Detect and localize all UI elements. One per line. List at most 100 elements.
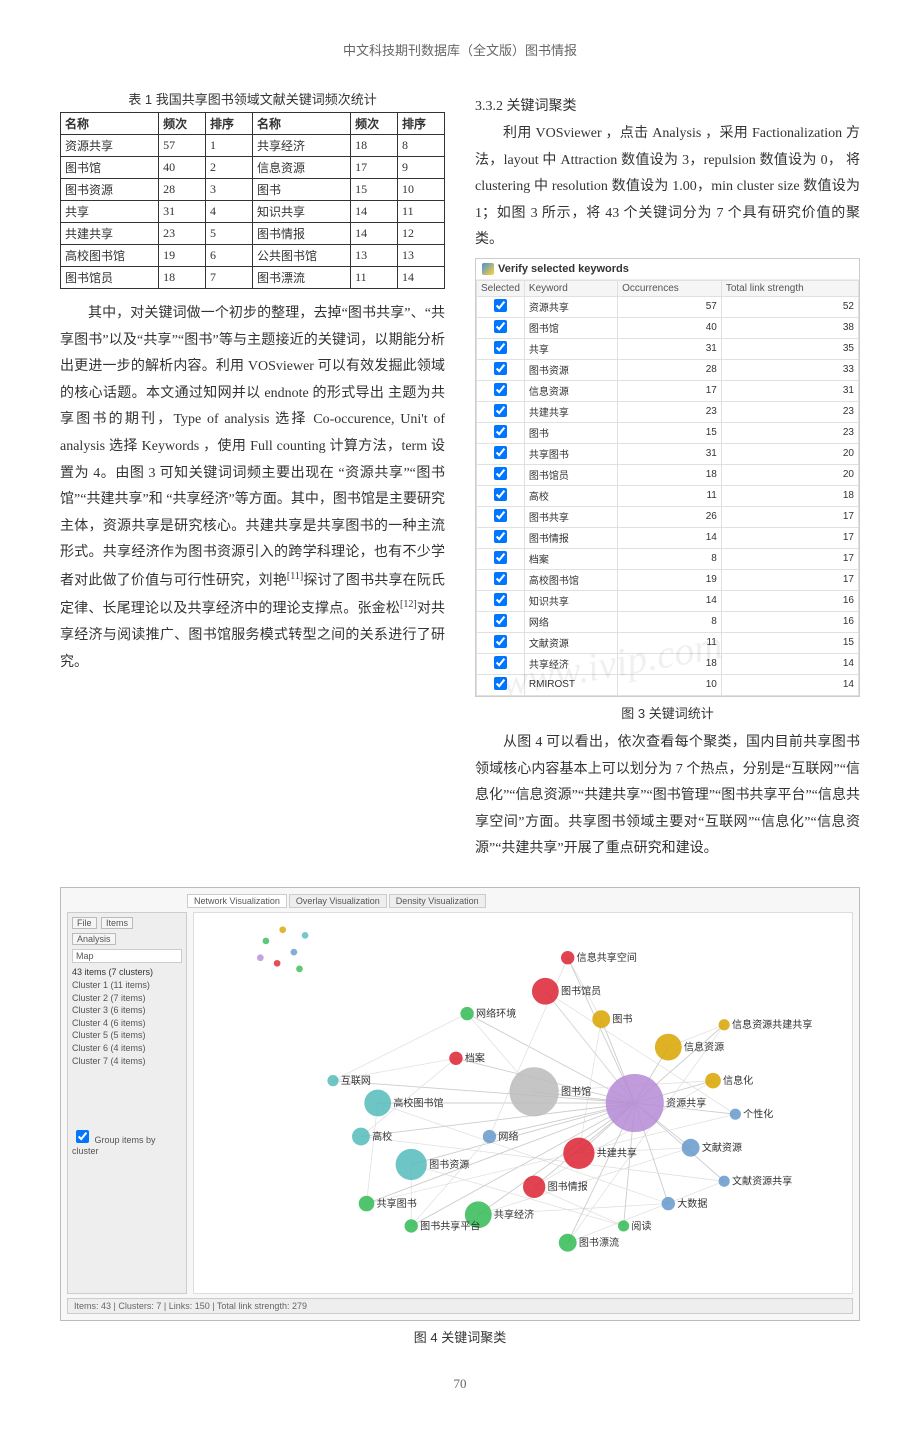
page-number: 70	[60, 1376, 860, 1392]
network-node[interactable]	[352, 1128, 370, 1146]
keyword-checkbox[interactable]	[494, 551, 507, 564]
select-cell[interactable]	[477, 443, 525, 464]
keyword-checkbox[interactable]	[494, 404, 507, 417]
keyword-checkbox[interactable]	[494, 656, 507, 669]
select-cell[interactable]	[477, 464, 525, 485]
keyword-checkbox[interactable]	[494, 446, 507, 459]
select-cell[interactable]	[477, 653, 525, 674]
select-cell[interactable]	[477, 611, 525, 632]
select-cell[interactable]	[477, 380, 525, 401]
menu-file[interactable]: File	[72, 917, 97, 929]
keyword-checkbox[interactable]	[494, 299, 507, 312]
select-cell[interactable]	[477, 506, 525, 527]
tab-overlay[interactable]: Overlay Visualization	[289, 894, 387, 908]
fig4-caption: 图 4 关键词聚类	[60, 1327, 860, 1346]
table-cell: 共建共享	[61, 223, 159, 245]
select-cell[interactable]	[477, 401, 525, 422]
network-node[interactable]	[561, 951, 574, 964]
keyword-checkbox[interactable]	[494, 383, 507, 396]
network-node[interactable]	[483, 1130, 496, 1143]
table-row: 共享图书3120	[477, 443, 859, 464]
select-cell[interactable]	[477, 338, 525, 359]
network-node[interactable]	[510, 1067, 559, 1116]
keyword-checkbox[interactable]	[494, 362, 507, 375]
network-node[interactable]	[359, 1196, 375, 1212]
fig3-caption: 图 3 关键词统计	[475, 703, 860, 722]
network-node[interactable]	[662, 1197, 675, 1210]
select-cell[interactable]	[477, 296, 525, 317]
keyword-checkbox[interactable]	[494, 425, 507, 438]
network-node[interactable]	[364, 1090, 391, 1117]
network-node[interactable]	[730, 1109, 741, 1120]
select-cell[interactable]	[477, 422, 525, 443]
table-cell: 4	[206, 201, 253, 223]
table-row: 共享经济1814	[477, 653, 859, 674]
tab-network[interactable]: Network Visualization	[187, 894, 287, 908]
select-cell[interactable]	[477, 569, 525, 590]
network-node[interactable]	[719, 1019, 730, 1030]
network-node[interactable]	[682, 1139, 700, 1157]
table-cell: 图书	[252, 179, 350, 201]
network-node-label: 图书漂流	[579, 1236, 619, 1249]
keyword-checkbox[interactable]	[494, 572, 507, 585]
keyword-checkbox[interactable]	[494, 677, 507, 690]
menu-items[interactable]: Items	[101, 917, 133, 929]
network-node[interactable]	[532, 978, 559, 1005]
table-cell: 17	[721, 506, 858, 527]
table-cell: 23	[618, 401, 722, 422]
keyword-checkbox[interactable]	[494, 488, 507, 501]
select-cell[interactable]	[477, 359, 525, 380]
select-cell[interactable]	[477, 632, 525, 653]
menu-analysis[interactable]: Analysis	[72, 933, 116, 945]
network-node[interactable]	[618, 1220, 629, 1231]
table-cell: 图书资源	[61, 179, 159, 201]
right-column: 3.3.2 关键词聚类 利用 VOSviewer ，点击 Analysis ，采…	[475, 89, 860, 867]
select-cell[interactable]	[477, 590, 525, 611]
keyword-checkbox[interactable]	[494, 467, 507, 480]
cluster-item[interactable]: Cluster 2 (7 items)	[72, 992, 182, 1005]
cluster-item[interactable]: Cluster 4 (6 items)	[72, 1017, 182, 1030]
table-cell: 57	[159, 135, 206, 157]
table-cell: 40	[159, 157, 206, 179]
cluster-item[interactable]: Cluster 6 (4 items)	[72, 1042, 182, 1055]
keyword-checkbox[interactable]	[494, 341, 507, 354]
network-node[interactable]	[592, 1010, 610, 1028]
network-node-label: 信息资源	[684, 1040, 724, 1053]
fig4-canvas[interactable]: 信息共享空间图书馆员网络环境图书资源共享图书馆共建共享信息资源信息化文献资源信息…	[193, 912, 853, 1294]
network-node[interactable]	[655, 1034, 682, 1061]
map-label: Map	[72, 949, 182, 963]
network-node[interactable]	[449, 1052, 462, 1065]
network-node[interactable]	[396, 1149, 427, 1180]
select-cell[interactable]	[477, 548, 525, 569]
keyword-checkbox[interactable]	[494, 635, 507, 648]
keyword-checkbox[interactable]	[494, 509, 507, 522]
keyword-checkbox[interactable]	[494, 614, 507, 627]
network-node[interactable]	[606, 1074, 664, 1132]
network-node[interactable]	[719, 1176, 730, 1187]
cluster-item[interactable]: Cluster 3 (6 items)	[72, 1004, 182, 1017]
network-node[interactable]	[523, 1176, 545, 1198]
keyword-checkbox[interactable]	[494, 593, 507, 606]
group-by-cluster-checkbox[interactable]	[76, 1130, 89, 1143]
network-node[interactable]	[559, 1234, 577, 1252]
select-cell[interactable]	[477, 527, 525, 548]
select-cell[interactable]	[477, 674, 525, 695]
fig3-table: Selected Keyword Occurrences Total link …	[476, 280, 859, 696]
network-node[interactable]	[405, 1219, 418, 1232]
table-cell: 图书	[524, 422, 617, 443]
tab-density[interactable]: Density Visualization	[389, 894, 486, 908]
network-node[interactable]	[460, 1007, 473, 1020]
cluster-item[interactable]: Cluster 5 (5 items)	[72, 1029, 182, 1042]
keyword-checkbox[interactable]	[494, 320, 507, 333]
keyword-checkbox[interactable]	[494, 530, 507, 543]
network-node[interactable]	[327, 1075, 338, 1086]
network-node-label: 共享经济	[494, 1208, 534, 1221]
cluster-item[interactable]: Cluster 1 (11 items)	[72, 979, 182, 992]
select-cell[interactable]	[477, 317, 525, 338]
network-node-label: 个性化	[743, 1107, 773, 1120]
cluster-item[interactable]: Cluster 7 (4 items)	[72, 1055, 182, 1068]
ref-12: [12]	[400, 599, 417, 610]
network-node[interactable]	[705, 1073, 721, 1089]
network-node[interactable]	[563, 1138, 594, 1169]
select-cell[interactable]	[477, 485, 525, 506]
